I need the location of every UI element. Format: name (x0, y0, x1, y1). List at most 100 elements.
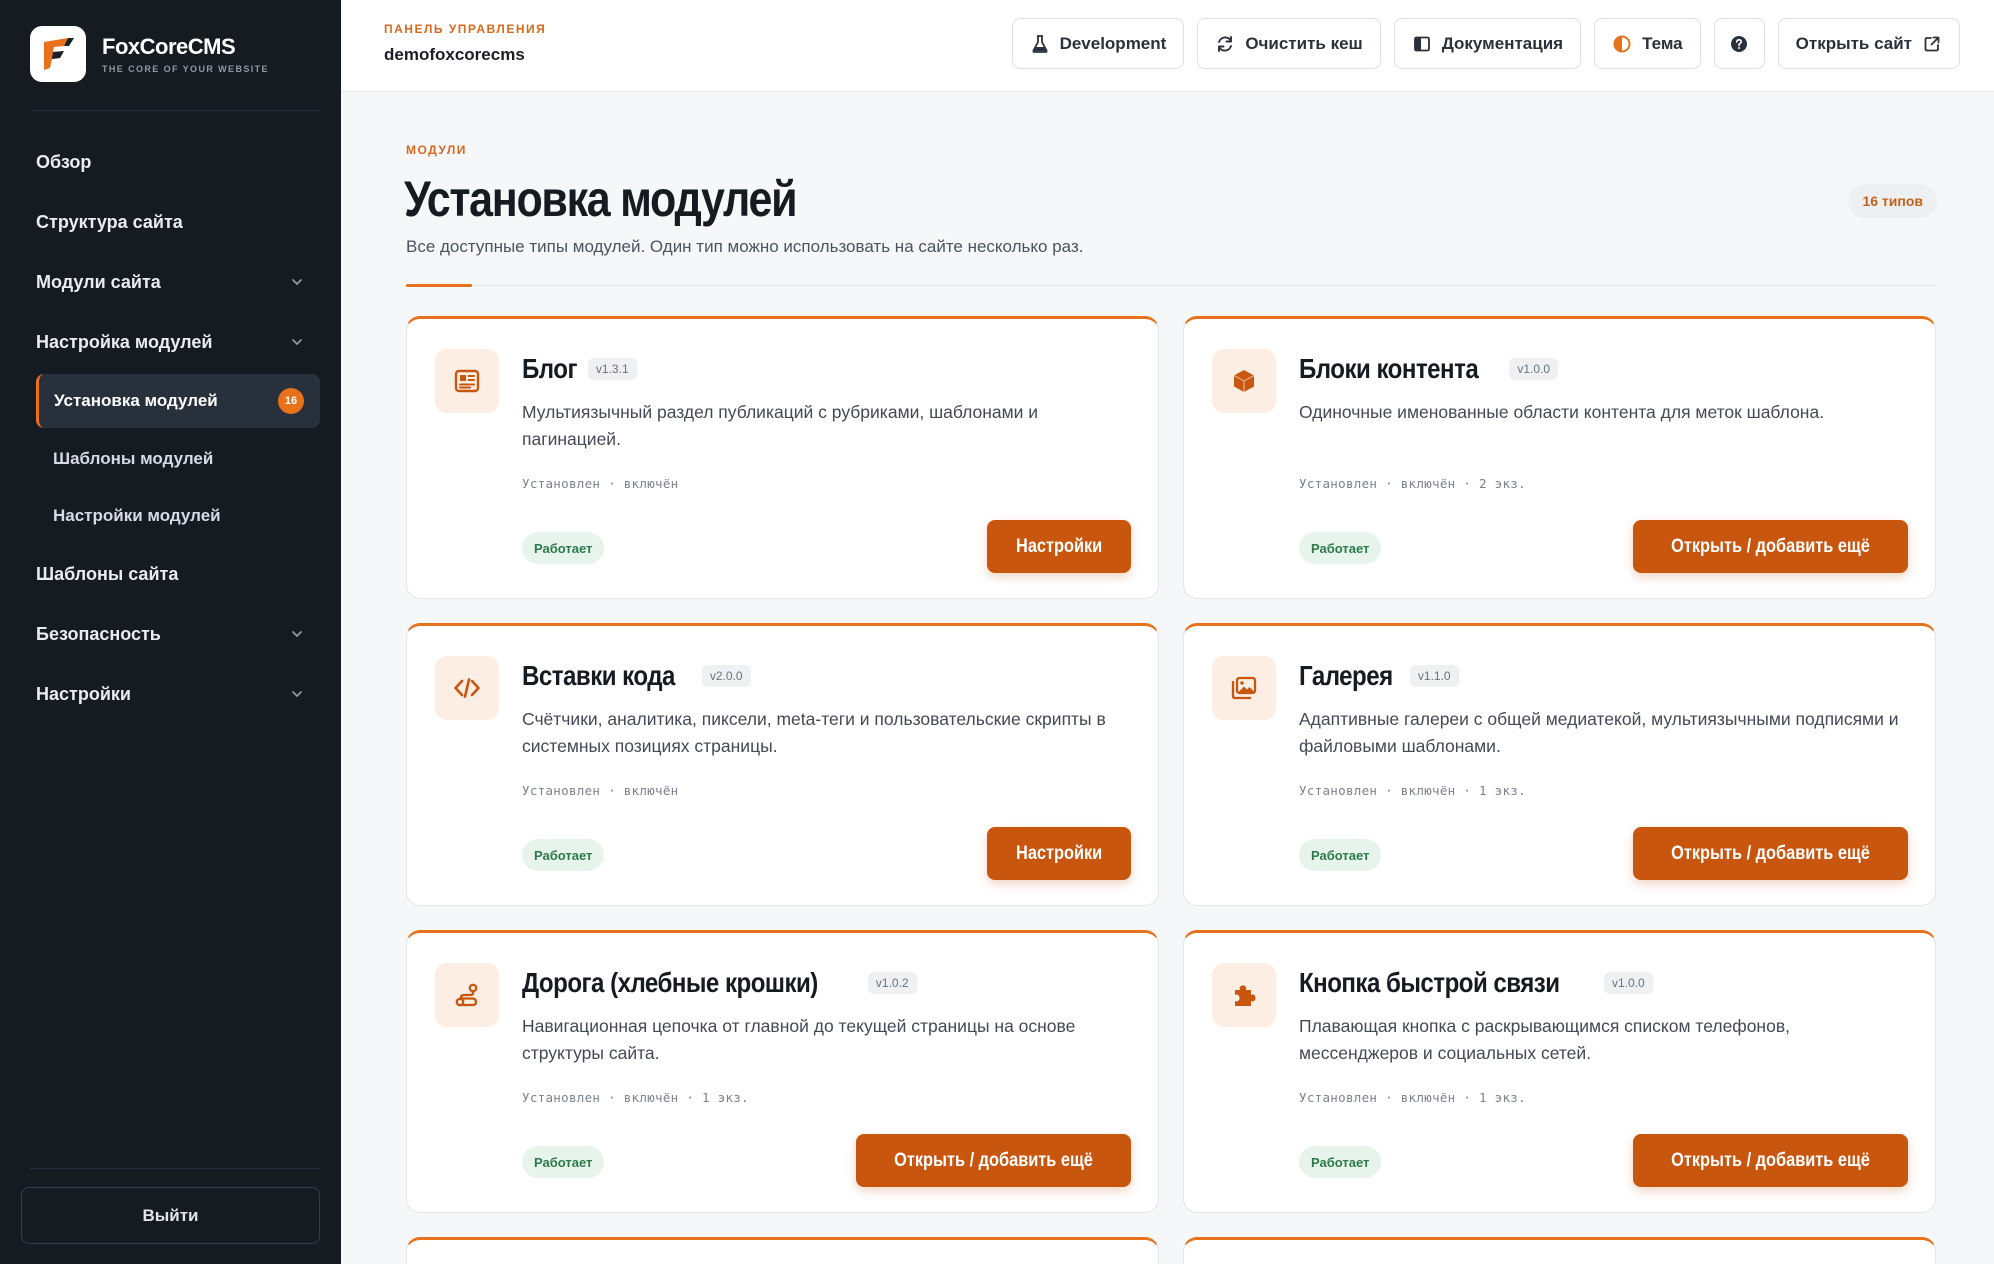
sidebar-divider (30, 1168, 319, 1169)
status-badge: Работает (1299, 1146, 1382, 1178)
module-meta: Установлен · включён · 1 экз. (1299, 783, 1526, 798)
module-title: Вставки кода (522, 660, 675, 691)
docs-label: Документация (1441, 33, 1564, 53)
book-icon (1413, 36, 1430, 51)
status-badge: Работает (522, 1146, 605, 1178)
logout-button[interactable]: Выйти (21, 1187, 320, 1244)
theme-label: Тема (1642, 33, 1683, 53)
sidebar-item-module-settings[interactable]: Настройка модулей (0, 312, 341, 372)
sidebar-item-structure[interactable]: Структура сайта (0, 192, 341, 252)
module-card-code-inserts: Вставки кода v2.0.0 Счётчики, аналитика,… (406, 623, 1159, 906)
module-meta: Установлен · включён · 1 экз. (522, 1090, 749, 1105)
module-meta: Установлен · включён · 2 экз. (1299, 476, 1526, 491)
cube-icon (1212, 349, 1276, 413)
types-count-badge: 16 типов (1848, 184, 1937, 218)
card-header: Блог v1.3.1 (522, 353, 637, 385)
brand[interactable]: FoxCoreCMS THE CORE OF YOUR WEBSITE (30, 26, 269, 82)
version-badge: v1.0.0 (1509, 358, 1559, 380)
module-settings-button[interactable]: Настройки (986, 520, 1131, 573)
card-header: Галерея v1.1.0 (1299, 660, 1459, 692)
sidebar-item-overview[interactable]: Обзор (0, 132, 341, 192)
module-settings-button[interactable]: Настройки (986, 827, 1131, 880)
modules-grid: Блог v1.3.1 Мультиязычный раздел публика… (406, 316, 1936, 1264)
sidebar-item-label: Структура сайта (36, 211, 183, 232)
module-open-button[interactable]: Открыть / добавить ещё (855, 1134, 1131, 1187)
module-description: Счётчики, аналитика, пиксели, meta-теги … (522, 709, 1106, 756)
development-button[interactable]: Development (1011, 18, 1185, 69)
module-description: Навигационная цепочка от главной до теку… (522, 1016, 1076, 1063)
sidebar-item-site-modules[interactable]: Модули сайта (0, 252, 341, 312)
puzzle-icon (1212, 963, 1276, 1027)
sidebar-subitem-module-settings[interactable]: Настройки модулей (0, 487, 341, 544)
topbar-actions: Development Очистить кеш Документация Те… (1011, 18, 1960, 69)
panel-eyebrow: ПАНЕЛЬ УПРАВЛЕНИЯ (384, 22, 547, 36)
sidebar-item-label: Настройка модулей (36, 331, 213, 352)
sidebar-item-label: Шаблоны сайта (36, 563, 179, 584)
module-meta: Установлен · включён · 1 экз. (1299, 1090, 1526, 1105)
status-badge: Работает (522, 839, 605, 871)
brand-name: FoxCoreCMS (102, 34, 236, 59)
module-meta: Установлен · включён (522, 783, 679, 798)
status-badge: Работает (1299, 839, 1382, 871)
gallery-icon (1212, 656, 1276, 720)
clear-cache-button[interactable]: Очистить кеш (1197, 18, 1381, 69)
module-open-button[interactable]: Открыть / добавить ещё (1632, 1134, 1908, 1187)
open-site-button[interactable]: Открыть сайт (1777, 18, 1960, 69)
sidebar-subitem-module-templates[interactable]: Шаблоны модулей (0, 430, 341, 487)
module-description: Плавающая кнопка с раскрывающимся списко… (1299, 1016, 1790, 1063)
module-card-partial (1183, 1237, 1936, 1264)
sidebar-nav: Обзор Структура сайта Модули сайта Настр… (0, 132, 341, 724)
chevron-down-icon (292, 691, 302, 698)
page-subtitle: Все доступные типы модулей. Один тип мож… (406, 237, 1084, 256)
card-header: Вставки кода v2.0.0 (522, 660, 751, 692)
help-icon (1731, 35, 1748, 52)
sidebar-item-security[interactable]: Безопасность (0, 604, 341, 664)
module-card-partial (406, 1237, 1159, 1264)
sidebar-item-label: Безопасность (36, 623, 161, 644)
sidebar-item-settings[interactable]: Настройки (0, 664, 341, 724)
theme-button[interactable]: Тема (1594, 18, 1701, 69)
sidebar-item-label: Модули сайта (36, 271, 161, 292)
module-open-button[interactable]: Открыть / добавить ещё (1632, 827, 1908, 880)
status-badge: Работает (522, 532, 605, 564)
refresh-icon (1218, 35, 1233, 52)
card-header: Дорога (хлебные крошки) v1.0.2 (522, 967, 917, 999)
module-title: Галерея (1299, 660, 1393, 691)
newspaper-icon (435, 349, 499, 413)
module-open-button[interactable]: Открыть / добавить ещё (1632, 520, 1908, 573)
fox-logo-icon (30, 26, 86, 82)
docs-button[interactable]: Документация (1393, 18, 1582, 69)
count-badge: 16 (278, 388, 304, 414)
code-icon (435, 656, 499, 720)
sidebar-item-label: Настройки (36, 683, 131, 704)
version-badge: v1.1.0 (1409, 665, 1459, 687)
version-badge: v1.3.1 (587, 358, 637, 380)
chevron-down-icon (292, 339, 302, 346)
external-link-icon (1924, 36, 1940, 51)
card-header: Блоки контента v1.0.0 (1299, 353, 1559, 385)
sidebar-item-label: Шаблоны модулей (53, 448, 214, 468)
topbar: ПАНЕЛЬ УПРАВЛЕНИЯ demofoxcorecms Develop… (341, 0, 1994, 92)
page-eyebrow: МОДУЛИ (406, 143, 467, 157)
theme-half-circle-icon (1613, 35, 1631, 52)
help-button[interactable] (1713, 18, 1765, 69)
module-card-quick-contact: Кнопка быстрой связи v1.0.0 Плавающая кн… (1183, 930, 1936, 1213)
module-card-content-blocks: Блоки контента v1.0.0 Одиночные именован… (1183, 316, 1936, 599)
flask-icon (1032, 34, 1048, 53)
sidebar: FoxCoreCMS THE CORE OF YOUR WEBSITE Обзо… (0, 0, 341, 1264)
module-description: Одиночные именованные области контента д… (1299, 402, 1825, 422)
card-header: Кнопка быстрой связи v1.0.0 (1299, 967, 1653, 999)
version-badge: v1.0.2 (867, 972, 917, 994)
module-title: Дорога (хлебные крошки) (522, 967, 818, 998)
version-badge: v1.0.0 (1603, 972, 1653, 994)
module-description: Адаптивные галереи с общей медиатекой, м… (1299, 709, 1899, 756)
header-divider (406, 285, 1936, 286)
sidebar-item-site-templates[interactable]: Шаблоны сайта (0, 544, 341, 604)
module-title: Блог (522, 353, 577, 384)
status-badge: Работает (1299, 532, 1382, 564)
module-card-gallery: Галерея v1.1.0 Адаптивные галереи с обще… (1183, 623, 1936, 906)
sidebar-divider (30, 110, 319, 111)
brand-tagline: THE CORE OF YOUR WEBSITE (102, 64, 269, 74)
clear-cache-label: Очистить кеш (1245, 33, 1363, 53)
sidebar-subitem-install-modules[interactable]: Установка модулей 16 (36, 374, 320, 428)
